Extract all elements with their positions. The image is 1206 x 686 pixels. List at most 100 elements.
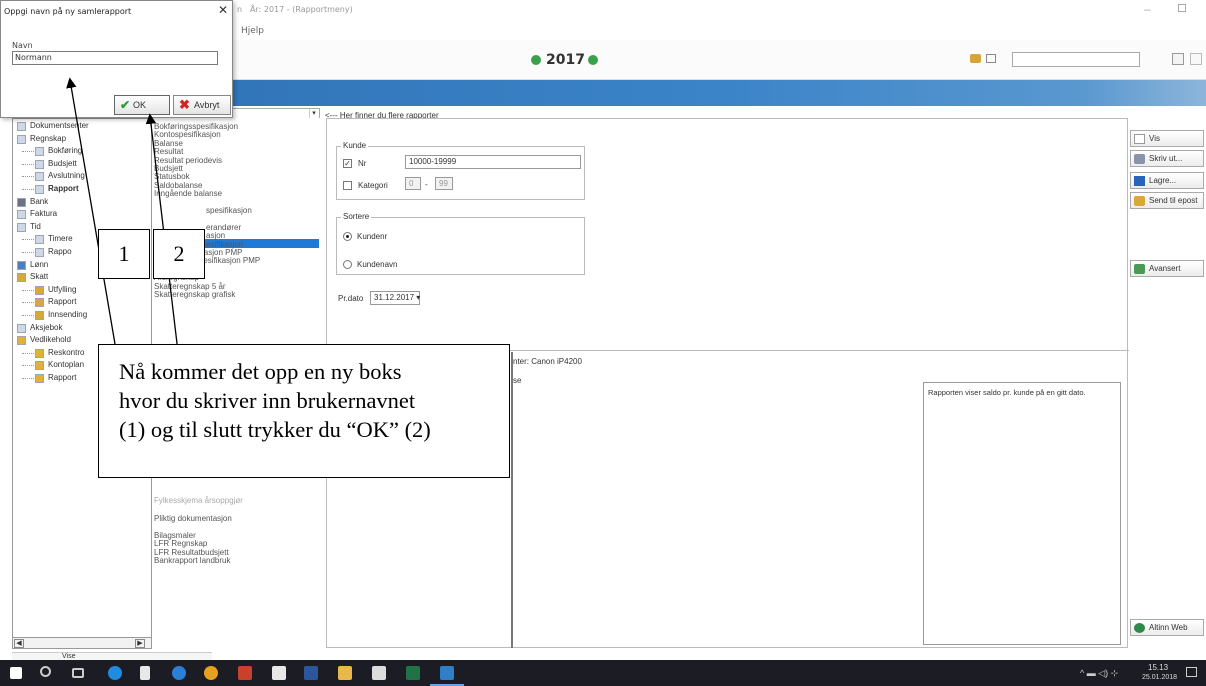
accounting-app-icon[interactable] bbox=[440, 666, 454, 680]
menu-bar: Hjelp bbox=[230, 22, 1206, 40]
tree-item-innsending[interactable]: Innsending bbox=[48, 310, 87, 319]
tree-item-kontoplan[interactable]: Kontoplan bbox=[48, 360, 84, 369]
category-separator: - bbox=[425, 180, 428, 189]
tree-item-bank[interactable]: Bank bbox=[30, 197, 48, 206]
tree-item-icon bbox=[35, 185, 44, 194]
tree-item-rapport[interactable]: Rapport bbox=[48, 297, 76, 306]
chevron-down-icon[interactable]: ▾ bbox=[309, 109, 318, 118]
advanced-button[interactable]: Avansert bbox=[1130, 260, 1204, 277]
name-label: Navn bbox=[12, 41, 33, 50]
tree-item-timere[interactable]: Timere bbox=[48, 234, 73, 243]
print-preview-icon[interactable] bbox=[1190, 53, 1202, 65]
tree-item-skatt[interactable]: Skatt bbox=[30, 272, 48, 281]
menu-help[interactable]: Hjelp bbox=[241, 26, 264, 36]
annotation-callout: Nå kommer det opp en ny boks hvor du skr… bbox=[98, 344, 510, 478]
folder-icon[interactable] bbox=[970, 54, 981, 63]
tree-item-tid[interactable]: Tid bbox=[30, 222, 41, 231]
sort-customer-number-radio[interactable] bbox=[343, 232, 352, 241]
file-explorer-icon[interactable] bbox=[338, 666, 352, 680]
dropdown-icon[interactable] bbox=[1172, 53, 1184, 65]
tree-connector bbox=[22, 189, 34, 190]
tree-item-budsjett[interactable]: Budsjett bbox=[48, 159, 77, 168]
report-list-item[interactable]: Bankrapport landbruk bbox=[154, 556, 231, 565]
file-icon[interactable] bbox=[140, 666, 150, 680]
tree-item-aksjebok[interactable]: Aksjebok bbox=[30, 323, 62, 332]
maximize-icon[interactable] bbox=[1178, 4, 1186, 12]
cancel-button[interactable]: ✖ Avbryt bbox=[173, 95, 231, 115]
category-checkbox[interactable] bbox=[343, 181, 352, 190]
envelope-icon bbox=[1134, 196, 1145, 206]
search-input[interactable] bbox=[1012, 52, 1140, 67]
minimize-icon[interactable]: – bbox=[1144, 2, 1151, 16]
tree-item-vedlikehold[interactable]: Vedlikehold bbox=[30, 335, 71, 344]
tree-connector bbox=[22, 252, 34, 253]
tree-item-icon bbox=[35, 348, 44, 358]
tree-connector bbox=[22, 315, 34, 316]
scroll-left-icon[interactable]: ◀ bbox=[14, 639, 24, 648]
checkmark-icon: ✔ bbox=[120, 98, 131, 112]
report-list-item[interactable]: Inngående balanse bbox=[154, 189, 222, 198]
tree-item-dokumentsenter[interactable]: Dokumentsenter bbox=[30, 121, 89, 130]
report-list-item[interactable]: Fylkesskjema årsoppgjør bbox=[154, 496, 243, 505]
mail-icon[interactable] bbox=[372, 666, 386, 680]
nr-checkbox[interactable]: ✓ bbox=[343, 159, 352, 168]
tree-item-bokføring[interactable]: Bokføring bbox=[48, 146, 82, 155]
tree-item-utfylling[interactable]: Utfylling bbox=[48, 285, 76, 294]
tree-item-rapport[interactable]: Rapport bbox=[48, 373, 76, 382]
date-label: Pr.dato bbox=[338, 294, 364, 303]
excel-icon[interactable] bbox=[406, 666, 420, 680]
edge-icon[interactable] bbox=[108, 666, 122, 680]
tree-scrollbar[interactable]: ◀ ▶ bbox=[12, 637, 152, 649]
clock-date[interactable]: 25.01.2018 bbox=[1142, 674, 1177, 681]
store-icon[interactable] bbox=[272, 666, 286, 680]
windows-start-icon[interactable] bbox=[10, 667, 22, 679]
chrome-icon[interactable] bbox=[204, 666, 218, 680]
show-button[interactable]: Vis bbox=[1130, 130, 1204, 147]
category-from-input[interactable]: 0 bbox=[405, 177, 421, 190]
report-list-item[interactable]: Pliktig dokumentasjon bbox=[154, 514, 232, 523]
tree-item-rappo[interactable]: Rappo bbox=[48, 247, 72, 256]
printer-icon bbox=[1134, 154, 1145, 164]
tree-item-reskontro[interactable]: Reskontro bbox=[48, 348, 84, 357]
report-list-item[interactable]: spesifikasjon bbox=[206, 206, 252, 215]
year-label: 2017 bbox=[546, 52, 585, 68]
sort-customer-name-radio[interactable] bbox=[343, 260, 352, 269]
print-button[interactable]: Skriv ut... bbox=[1130, 150, 1204, 167]
tree-item-regnskap[interactable]: Regnskap bbox=[30, 134, 66, 143]
report-description: Rapporten viser saldo pr. kunde på en gi… bbox=[928, 388, 1086, 397]
tree-item-faktura[interactable]: Faktura bbox=[30, 209, 57, 218]
tree-item-rapport[interactable]: Rapport bbox=[48, 184, 79, 193]
next-year-icon[interactable] bbox=[588, 55, 598, 65]
tree-connector bbox=[22, 365, 34, 367]
category-to-input[interactable]: 99 bbox=[435, 177, 453, 190]
clock-time[interactable]: 15.13 bbox=[1148, 663, 1168, 672]
sort-option-kundenr: Kundenr bbox=[357, 232, 388, 241]
close-icon[interactable]: ✕ bbox=[218, 3, 228, 17]
tray-icons[interactable]: ^ ▬ ◁) ⊹ bbox=[1080, 668, 1118, 679]
task-view-icon[interactable] bbox=[72, 668, 84, 678]
tree-connector bbox=[22, 163, 34, 165]
speaker-icon[interactable] bbox=[986, 54, 996, 63]
notification-icon[interactable] bbox=[1186, 667, 1197, 677]
altinn-web-button[interactable]: Altinn Web bbox=[1130, 619, 1204, 636]
date-picker[interactable]: 31.12.2017 ▾ bbox=[370, 291, 420, 305]
scroll-right-icon[interactable]: ▶ bbox=[135, 639, 145, 648]
tree-item-icon bbox=[17, 210, 26, 220]
globe-icon bbox=[1134, 623, 1145, 633]
previous-year-icon[interactable] bbox=[531, 55, 541, 65]
tree-item-icon bbox=[17, 323, 26, 333]
save-button[interactable]: Lagre... bbox=[1130, 172, 1204, 189]
name-input[interactable]: Normann bbox=[12, 51, 218, 65]
report-list-item[interactable]: Skatteregnskap grafisk bbox=[154, 290, 235, 299]
internet-explorer-icon[interactable] bbox=[172, 666, 186, 680]
nr-range-input[interactable]: 10000-19999 bbox=[405, 155, 581, 169]
send-email-button[interactable]: Send til epost bbox=[1130, 192, 1204, 209]
tree-item-lønn[interactable]: Lønn bbox=[30, 260, 48, 269]
ok-button[interactable]: ✔ OK bbox=[114, 95, 170, 115]
bottom-tab-vise[interactable]: Vise bbox=[62, 653, 76, 660]
printer-label: nter: Canon iP4200 bbox=[513, 357, 582, 366]
tree-item-avslutning[interactable]: Avslutning bbox=[48, 171, 85, 180]
search-icon[interactable] bbox=[40, 666, 51, 677]
word-icon[interactable] bbox=[304, 666, 318, 680]
powerpoint-icon[interactable] bbox=[238, 666, 252, 680]
